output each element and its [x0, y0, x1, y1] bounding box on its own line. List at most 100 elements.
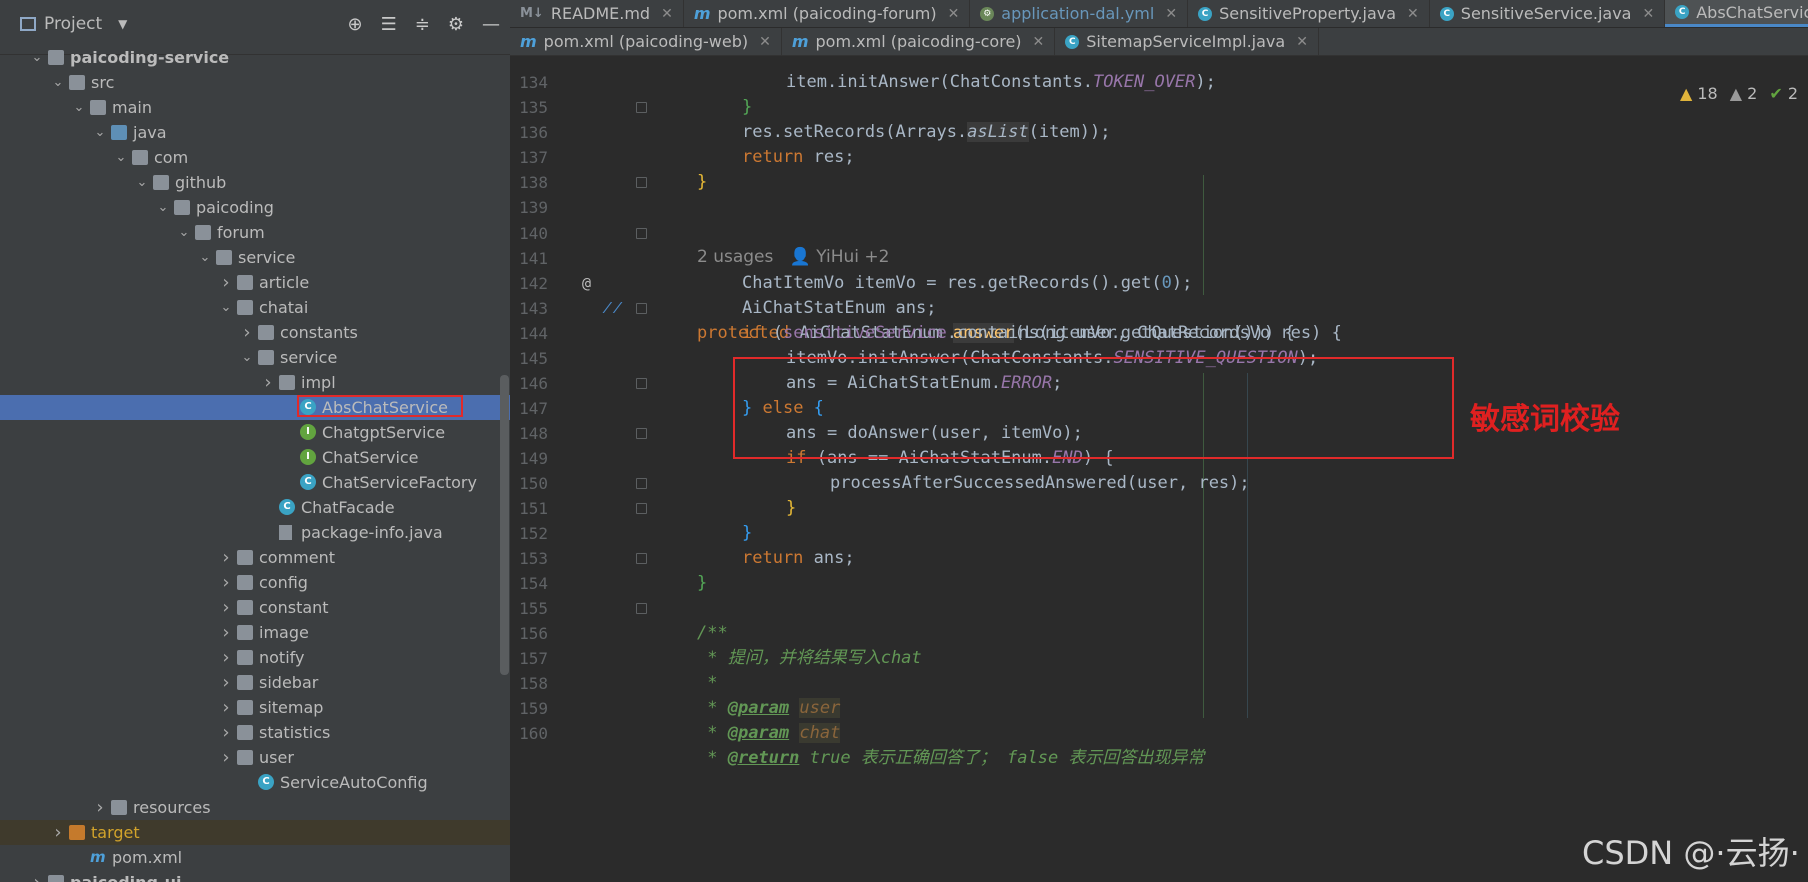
tree-item[interactable]: › comment	[0, 545, 510, 570]
chevron-right-icon[interactable]: ›	[219, 720, 233, 745]
chevron-right-icon[interactable]: ›	[219, 745, 233, 770]
chevron-down-icon[interactable]: ⌄	[135, 170, 149, 195]
chevron-right-icon[interactable]: ›	[51, 820, 65, 845]
chevron-down-icon[interactable]: ⌄	[240, 345, 254, 370]
fold-marker-icon[interactable]	[636, 503, 647, 514]
tree-item[interactable]: ⌄ service	[0, 345, 510, 370]
chevron-down-icon[interactable]: ⌄	[93, 120, 107, 145]
tree-item[interactable]: › article	[0, 270, 510, 295]
expand-all-icon[interactable]: ☰	[381, 14, 397, 35]
tree-item[interactable]: › image	[0, 620, 510, 645]
chevron-right-icon[interactable]: ›	[219, 645, 233, 670]
close-icon[interactable]: ✕	[1296, 34, 1308, 50]
editor-tab[interactable]: C SensitiveService.java ✕	[1430, 0, 1666, 27]
chevron-right-icon[interactable]: ›	[30, 870, 44, 882]
fold-marker-icon[interactable]	[636, 378, 647, 389]
tree-item[interactable]: C ChatFacade	[0, 495, 510, 520]
tree-scrollbar[interactable]	[500, 375, 509, 675]
chevron-right-icon[interactable]: ›	[219, 595, 233, 620]
tree-item[interactable]: › sidebar	[0, 670, 510, 695]
tree-item[interactable]: C ServiceAutoConfig	[0, 770, 510, 795]
fold-marker-icon[interactable]	[636, 553, 647, 564]
close-icon[interactable]: ✕	[759, 34, 771, 50]
tree-item[interactable]: › constant	[0, 595, 510, 620]
chevron-down-icon[interactable]: ⌄	[156, 195, 170, 220]
code-area[interactable]: item.initAnswer(ChatConstants.TOKEN_OVER…	[510, 73, 1808, 882]
fold-marker-icon[interactable]	[636, 228, 647, 239]
locate-icon[interactable]: ⊕	[348, 14, 363, 35]
editor-tab[interactable]: m pom.xml (paicoding-web) ✕	[510, 28, 782, 55]
tree-item[interactable]: ⌄ paicoding	[0, 195, 510, 220]
close-icon[interactable]: ✕	[1033, 34, 1045, 50]
tree-item[interactable]: › impl	[0, 370, 510, 395]
project-view-selector[interactable]: Project ▼	[20, 14, 127, 34]
editor-tab[interactable]: CAbsChatService.java✕	[1665, 0, 1808, 27]
gear-icon[interactable]: ⚙	[448, 14, 464, 35]
tree-item[interactable]: ⌄ java	[0, 120, 510, 145]
tree-item[interactable]: › notify	[0, 645, 510, 670]
fold-marker-icon[interactable]	[636, 603, 647, 614]
hide-icon[interactable]: —	[482, 14, 500, 35]
fold-marker-icon[interactable]	[636, 177, 647, 188]
editor-tab[interactable]: M↓ README.md ✕	[510, 0, 684, 27]
tree-item[interactable]: › constants	[0, 320, 510, 345]
collapse-all-icon[interactable]: ≑	[415, 14, 430, 35]
fold-marker-icon[interactable]	[636, 478, 647, 489]
editor-tab[interactable]: ⚙ application-dal.yml ✕	[970, 0, 1189, 27]
chevron-down-icon[interactable]: ⌄	[177, 220, 191, 245]
chevron-right-icon[interactable]: ›	[219, 620, 233, 645]
tree-item[interactable]: C ChatServiceFactory	[0, 470, 510, 495]
editor-tab[interactable]: C SitemapServiceImpl.java ✕	[1055, 28, 1319, 55]
chevron-right-icon[interactable]: ›	[219, 670, 233, 695]
tree-item[interactable]: ⌄ src	[0, 70, 510, 95]
chevron-right-icon[interactable]: ›	[261, 370, 275, 395]
project-tree[interactable]: ⌄ paicoding-service ⌄ src ⌄ main ⌄ java ⌄ com ⌄ git…	[0, 45, 510, 882]
close-icon[interactable]: ✕	[948, 6, 960, 22]
chevron-right-icon[interactable]: ›	[93, 795, 107, 820]
fold-marker-icon[interactable]	[636, 102, 647, 113]
tree-item[interactable]: ⌄ chatai	[0, 295, 510, 320]
tree-item[interactable]: › sitemap	[0, 695, 510, 720]
close-icon[interactable]: ✕	[1165, 6, 1177, 22]
chevron-right-icon[interactable]: ›	[219, 570, 233, 595]
chevron-right-icon[interactable]: ›	[219, 545, 233, 570]
tree-item[interactable]: › statistics	[0, 720, 510, 745]
chevron-right-icon[interactable]: ›	[240, 320, 254, 345]
tree-item[interactable]: I ChatgptService	[0, 420, 510, 445]
tree-item[interactable]: ⌄ paicoding-service	[0, 45, 510, 70]
tree-item[interactable]: m pom.xml	[0, 845, 510, 870]
tree-item[interactable]: › resources	[0, 795, 510, 820]
fold-marker-icon[interactable]	[636, 303, 647, 314]
close-icon[interactable]: ✕	[1407, 6, 1419, 22]
tree-item[interactable]: › paicoding-ui	[0, 870, 510, 882]
package-icon	[237, 550, 253, 565]
tree-item[interactable]: I ChatService	[0, 445, 510, 470]
tree-item[interactable]: › config	[0, 570, 510, 595]
chevron-down-icon[interactable]: ⌄	[219, 295, 233, 320]
chevron-down-icon[interactable]: ⌄	[72, 95, 86, 120]
chevron-down-icon[interactable]: ⌄	[30, 45, 44, 70]
tree-item[interactable]: ⌄ service	[0, 245, 510, 270]
fold-marker-icon[interactable]	[636, 428, 647, 439]
tree-item[interactable]: ⌄ github	[0, 170, 510, 195]
editor-tab[interactable]: C SensitiveProperty.java ✕	[1188, 0, 1430, 27]
chevron-down-icon[interactable]: ⌄	[198, 245, 212, 270]
tree-item[interactable]: › target	[0, 820, 510, 845]
editor-tab[interactable]: m pom.xml (paicoding-forum) ✕	[684, 0, 971, 27]
chevron-right-icon[interactable]: ›	[219, 695, 233, 720]
tree-item[interactable]: ⌄ com	[0, 145, 510, 170]
chevron-down-icon[interactable]: ⌄	[51, 70, 65, 95]
tree-item[interactable]: › user	[0, 745, 510, 770]
line-number: 141	[519, 249, 548, 268]
close-icon[interactable]: ✕	[1642, 6, 1654, 22]
chevron-right-icon[interactable]: ›	[219, 270, 233, 295]
package-icon	[237, 700, 253, 715]
close-icon[interactable]: ✕	[661, 6, 673, 22]
editor-tab[interactable]: m pom.xml (paicoding-core) ✕	[782, 28, 1056, 55]
tree-item[interactable]: package-info.java	[0, 520, 510, 545]
line-number: 156	[519, 624, 548, 643]
tree-item[interactable]: ⌄ forum	[0, 220, 510, 245]
usage-hint[interactable]: 2 usages 👤 YiHui +2	[510, 220, 1808, 267]
tree-item[interactable]: ⌄ main	[0, 95, 510, 120]
chevron-down-icon[interactable]: ⌄	[114, 145, 128, 170]
